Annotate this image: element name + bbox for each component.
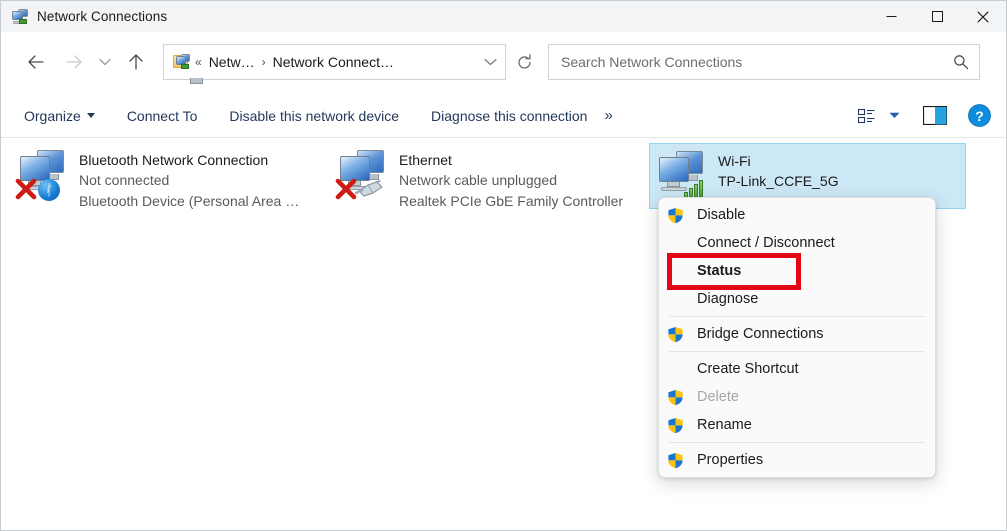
uac-shield-icon [667, 207, 684, 224]
help-icon[interactable]: ? [964, 101, 994, 131]
shield-placeholder [667, 235, 684, 252]
context-menu-item-diagnose[interactable]: Diagnose [659, 285, 935, 313]
connection-status: Not connected [79, 172, 170, 188]
connection-name: Bluetooth Network Connection [79, 152, 269, 168]
list-item-bluetooth-network-connection[interactable]: ᚰ Bluetooth Network Connection Not conne… [11, 143, 326, 211]
command-bar: Organize Connect To Disable this network… [1, 94, 1006, 138]
network-connections-icon [10, 8, 40, 39]
search-icon[interactable] [953, 54, 969, 70]
context-menu-label: Rename [697, 417, 752, 433]
diagnose-connection-label: Diagnose this connection [431, 107, 588, 124]
view-options-chevron-icon[interactable] [884, 101, 904, 131]
shield-placeholder [667, 291, 684, 308]
maximize-button[interactable] [914, 1, 960, 32]
diagnose-connection-button[interactable]: Diagnose this connection [422, 102, 596, 130]
menu-separator [669, 442, 925, 443]
up-arrow-icon[interactable] [119, 45, 153, 79]
search-box[interactable] [548, 44, 980, 80]
close-button[interactable] [960, 1, 1006, 32]
context-menu: Disable Connect / Disconnect Status Diag… [658, 197, 936, 478]
disconnected-x-icon [335, 178, 357, 200]
uac-shield-icon [667, 417, 684, 434]
connection-device: Realtek PCIe GbE Family Controller [399, 193, 624, 209]
connection-status: TP-Link_CCFE_5G [718, 173, 839, 189]
address-bar[interactable]: « Netw… › Network Connect… [163, 44, 506, 84]
context-menu-label: Connect / Disconnect [697, 235, 835, 251]
window-title: Network Connections [37, 9, 168, 24]
minimize-button[interactable] [868, 1, 914, 32]
wifi-signal-icon [684, 179, 706, 199]
connection-name: Wi-Fi [718, 153, 751, 169]
chevron-down-icon [86, 113, 95, 118]
window-controls [868, 1, 1006, 32]
navigation-bar: « Netw… › Network Connect… [1, 32, 1006, 92]
title-bar: Network Connections [1, 1, 1006, 39]
uac-shield-icon [667, 389, 684, 406]
connection-status: Network cable unplugged [399, 172, 557, 188]
context-menu-label: Properties [697, 452, 764, 468]
disconnected-x-icon [15, 178, 37, 200]
overflow-chevrons-button[interactable]: » [596, 103, 620, 128]
context-menu-label: Status [697, 263, 742, 279]
back-arrow-icon[interactable] [19, 45, 53, 79]
uac-shield-icon [667, 452, 684, 469]
connection-name: Ethernet [399, 152, 452, 168]
menu-separator [669, 316, 925, 317]
recent-locations-chevron-icon[interactable] [93, 45, 117, 79]
breadcrumb-separator-0[interactable]: › [258, 55, 270, 69]
search-input[interactable] [561, 54, 953, 70]
shield-placeholder [667, 361, 684, 378]
context-menu-item-create-shortcut[interactable]: Create Shortcut [659, 355, 935, 383]
disable-network-device-label: Disable this network device [229, 107, 400, 124]
context-menu-label: Delete [697, 389, 739, 405]
context-menu-item-bridge-connections[interactable]: Bridge Connections [659, 320, 935, 348]
list-item-ethernet[interactable]: Ethernet Network cable unplugged Realtek… [331, 143, 661, 211]
ethernet-plug-icon [354, 180, 385, 199]
breadcrumb-item-0[interactable]: Netw… [206, 52, 258, 72]
context-menu-item-status[interactable]: Status [659, 257, 935, 285]
context-menu-item-rename[interactable]: Rename [659, 411, 935, 439]
breadcrumb-item-1[interactable]: Network Connect… [270, 52, 397, 72]
preview-pane-icon[interactable] [920, 101, 950, 131]
network-adapter-icon: ᚰ [15, 147, 73, 203]
disable-network-device-button[interactable]: Disable this network device [220, 102, 408, 130]
context-menu-item-delete: Delete [659, 383, 935, 411]
bluetooth-icon: ᚰ [38, 179, 60, 201]
context-menu-label: Create Shortcut [697, 361, 799, 377]
menu-separator [669, 351, 925, 352]
chevron-down-icon[interactable] [475, 45, 505, 79]
command-bar-right-group: ? [852, 101, 1006, 131]
organize-button[interactable]: Organize [15, 102, 104, 130]
breadcrumb-leading-chevrons[interactable]: « [191, 55, 206, 69]
context-menu-label: Diagnose [697, 291, 759, 307]
svg-text:?: ? [975, 108, 984, 124]
connect-to-label: Connect To [126, 107, 198, 124]
connection-device: Bluetooth Device (Personal Area … [79, 193, 300, 209]
organize-label: Organize [24, 107, 81, 124]
context-menu-label: Disable [697, 207, 746, 223]
shield-placeholder [667, 263, 684, 280]
network-adapter-icon [335, 147, 393, 203]
context-menu-item-disable[interactable]: Disable [659, 201, 935, 229]
context-menu-item-connect-disconnect[interactable]: Connect / Disconnect [659, 229, 935, 257]
context-menu-item-properties[interactable]: Properties [659, 446, 935, 474]
control-panel-icon [173, 53, 203, 84]
connect-to-button[interactable]: Connect To [118, 102, 207, 130]
network-connections-window: Network Connections « Netw… › Network Co… [0, 0, 1007, 531]
uac-shield-icon [667, 326, 684, 343]
view-options-icon[interactable] [852, 101, 882, 131]
refresh-icon[interactable] [506, 44, 542, 80]
network-adapter-icon [654, 148, 712, 204]
context-menu-label: Bridge Connections [697, 326, 824, 342]
forward-arrow-icon[interactable] [57, 45, 91, 79]
